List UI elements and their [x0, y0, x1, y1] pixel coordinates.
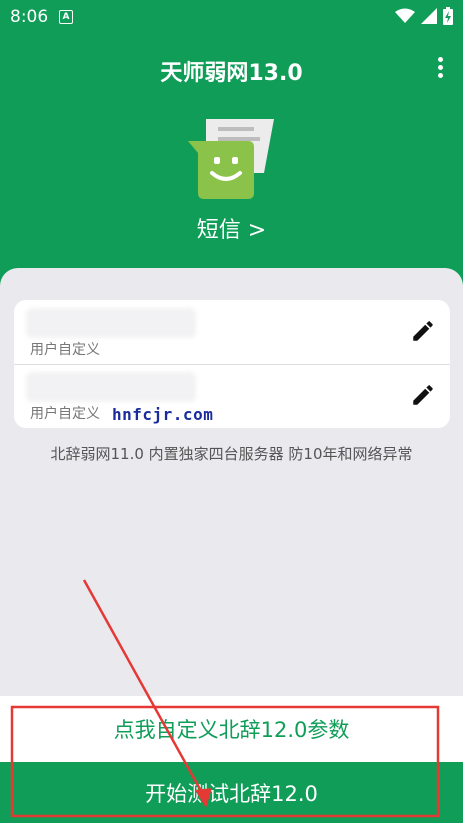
blurred-title	[26, 372, 196, 402]
status-time: 8:06	[10, 7, 49, 27]
config-list: 用户自定义 用户自定义	[14, 300, 450, 428]
status-icons	[395, 7, 453, 25]
list-item[interactable]: 用户自定义	[14, 300, 450, 365]
battery-icon	[443, 7, 453, 25]
blurred-title	[26, 308, 196, 338]
list-item-subtitle: 用户自定义	[30, 342, 100, 358]
server-notice: 北辞弱网11.0 内置独家四台服务器 防10年和网络异常	[50, 445, 413, 463]
notification-badge: A	[59, 10, 73, 24]
sms-link[interactable]: 短信 >	[0, 212, 463, 244]
customize-params-button[interactable]: 点我自定义北辞12.0参数	[0, 696, 463, 762]
wifi-icon	[395, 8, 415, 23]
list-item-subtitle: 用户自定义	[30, 406, 100, 422]
signal-icon	[421, 8, 437, 24]
page-title: 天师弱网13.0	[160, 61, 303, 86]
pencil-icon[interactable]	[410, 318, 436, 344]
start-test-button[interactable]: 开始测试北辞12.0	[0, 762, 463, 823]
pencil-icon[interactable]	[410, 382, 436, 408]
watermark: hnfcjr.com	[112, 405, 214, 424]
status-bar: 8:06 A	[0, 0, 463, 34]
more-options-icon[interactable]	[435, 55, 445, 81]
list-item[interactable]: 用户自定义	[14, 364, 450, 428]
sms-app-icon	[188, 119, 274, 199]
